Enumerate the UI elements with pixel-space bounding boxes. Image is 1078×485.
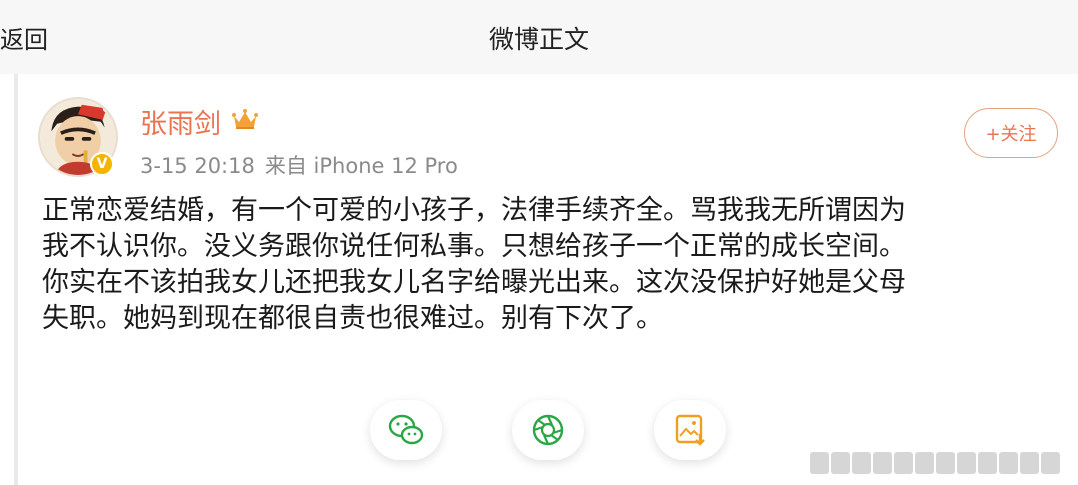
- save-image-icon: [675, 414, 705, 446]
- verified-badge-icon: V: [90, 152, 114, 176]
- share-moments-button[interactable]: [512, 400, 584, 460]
- post-date: 3-15 20:18: [140, 154, 255, 178]
- share-wechat-button[interactable]: [370, 400, 442, 460]
- author-name[interactable]: 张雨剑: [140, 102, 221, 141]
- page-edge-divider: [14, 74, 18, 485]
- crown-icon: [232, 109, 258, 129]
- post-body-line: 你实在不该拍我女儿还把我女儿名字给曝光出来。这次没保护好她是父母: [42, 267, 906, 298]
- watermark: [810, 448, 1072, 478]
- post-body-line: 失职。她妈到现在都很自责也很难过。别有下次了。: [42, 303, 663, 334]
- save-image-button[interactable]: [654, 400, 726, 460]
- post-meta: 3-15 20:18 来自 iPhone 12 Pro: [140, 150, 458, 180]
- wechat-icon: [388, 414, 424, 445]
- page-title: 微博正文: [488, 25, 589, 54]
- post-body-line: 我不认识你。没义务跟你说任何私事。只想给孩子一个正常的成长空间。: [42, 231, 906, 262]
- post-body-line: 正常恋爱结婚，有一个可爱的小孩子，法律手续齐全。骂我我无所谓因为: [42, 195, 906, 226]
- moments-icon: [532, 414, 564, 446]
- follow-button[interactable]: +关注: [964, 108, 1058, 158]
- post-body: 正常恋爱结婚，有一个可爱的小孩子，法律手续齐全。骂我我无所谓因为 我不认识你。没…: [42, 193, 1062, 337]
- post-source: 来自 iPhone 12 Pro: [264, 154, 458, 178]
- top-navigation-bar: 返回 微博正文: [0, 0, 1078, 74]
